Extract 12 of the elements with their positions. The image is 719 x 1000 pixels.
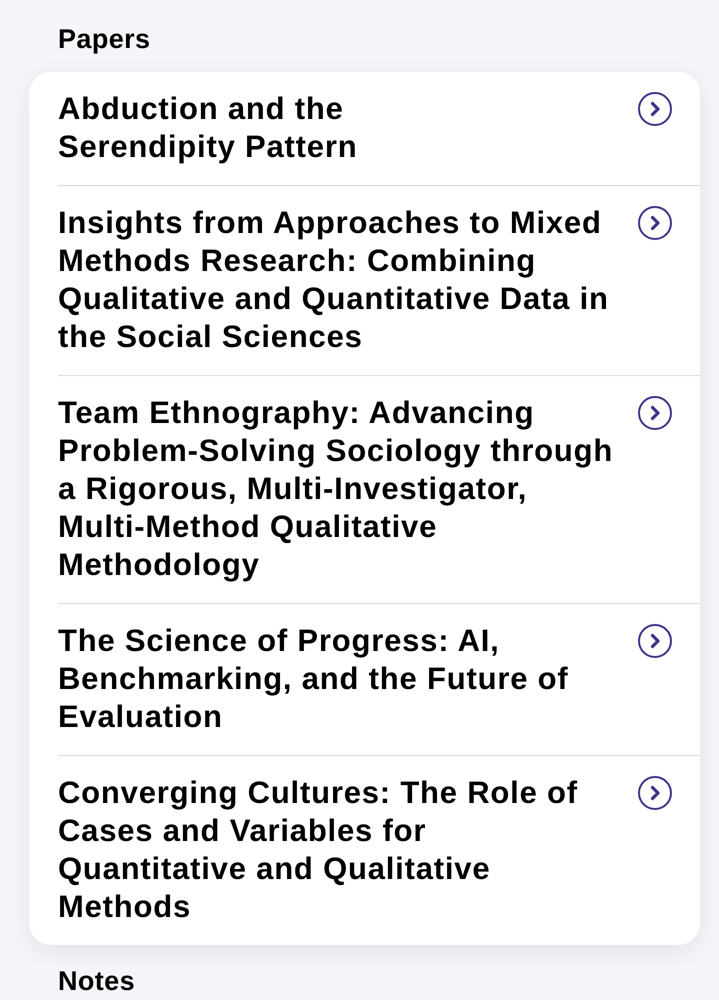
chevron-right-circle-icon[interactable] [638, 624, 672, 658]
chevron-right-circle-icon[interactable] [638, 206, 672, 240]
chevron-right-circle-icon[interactable] [638, 396, 672, 430]
paper-title[interactable]: Insights from Approaches to Mixed Methods Research: Combining Qualitative and Quantitative Data in the Social Sciences [58, 204, 618, 356]
section-title: Papers [58, 24, 150, 54]
paper-title[interactable]: Abduction and the Serendipity Pattern [58, 90, 358, 166]
paper-title[interactable]: Converging Cultures: The Role of Cases and Variables for Quantitative and Qualitative Methods [58, 774, 618, 926]
chevron-right-circle-icon[interactable] [638, 92, 672, 126]
paper-title[interactable]: Team Ethnography: Advancing Problem-Solving Sociology through a Rigorous, Multi-Investigator, Multi-Method Qualitative Methodology [58, 394, 618, 584]
section-title: Notes [58, 966, 136, 996]
chevron-right-circle-icon[interactable] [638, 776, 672, 810]
paper-title[interactable]: The Science of Progress: AI, Benchmarking, and the Future of Evaluation [58, 622, 618, 736]
